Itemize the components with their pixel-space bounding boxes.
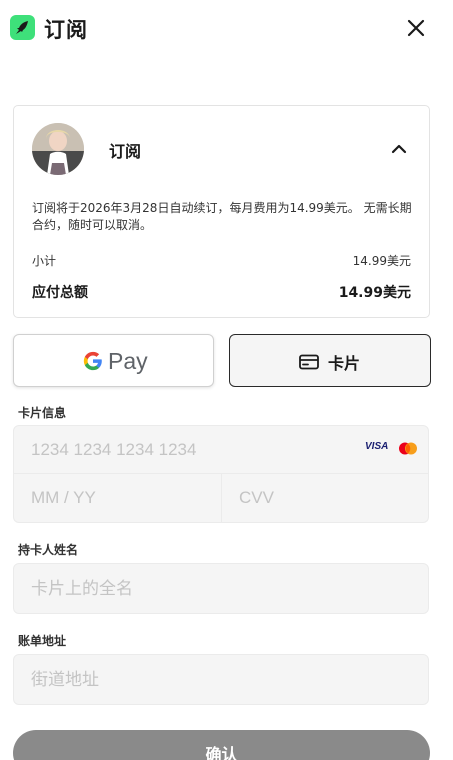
page-title: 订阅 (44, 18, 88, 42)
credit-card-icon (299, 354, 319, 370)
app-logo (10, 15, 35, 40)
total-label: 应付总额 (32, 285, 88, 301)
mastercard-icon (398, 440, 418, 455)
subtotal-value: 14.99美元 (352, 254, 411, 268)
billing-address-label: 账单地址 (18, 634, 67, 648)
visa-icon: VISA (365, 441, 389, 452)
close-button[interactable] (402, 14, 430, 42)
google-pay-label: Pay (108, 347, 148, 374)
cvv-input[interactable] (221, 474, 429, 523)
subscription-summary: 订阅 订阅将于2026年3月28日自动续订，每月费用为14.99美元。 无需长期… (13, 105, 430, 318)
header: 订阅 (0, 0, 453, 56)
subscription-name: 订阅 (109, 142, 142, 161)
close-icon (407, 19, 425, 37)
collapse-button[interactable] (388, 138, 410, 160)
cardholder-name-input[interactable] (13, 563, 429, 614)
total-value: 14.99美元 (338, 285, 411, 301)
card-info-label: 卡片信息 (18, 406, 67, 420)
feather-icon (16, 21, 28, 34)
subtotal-label: 小计 (32, 254, 57, 268)
expiry-input[interactable] (13, 474, 222, 523)
street-address-input[interactable] (13, 654, 429, 705)
confirm-button[interactable]: 确认 (13, 730, 430, 760)
cardholder-label: 持卡人姓名 (18, 543, 79, 557)
renewal-description: 订阅将于2026年3月28日自动续订，每月费用为14.99美元。 无需长期合约，… (32, 201, 412, 232)
google-icon (83, 351, 102, 371)
avatar (32, 123, 84, 175)
card-payment-button[interactable]: 卡片 (229, 334, 431, 387)
card-payment-label: 卡片 (328, 354, 361, 373)
chevron-up-icon (391, 144, 407, 154)
google-pay-button[interactable]: Pay (13, 334, 214, 387)
